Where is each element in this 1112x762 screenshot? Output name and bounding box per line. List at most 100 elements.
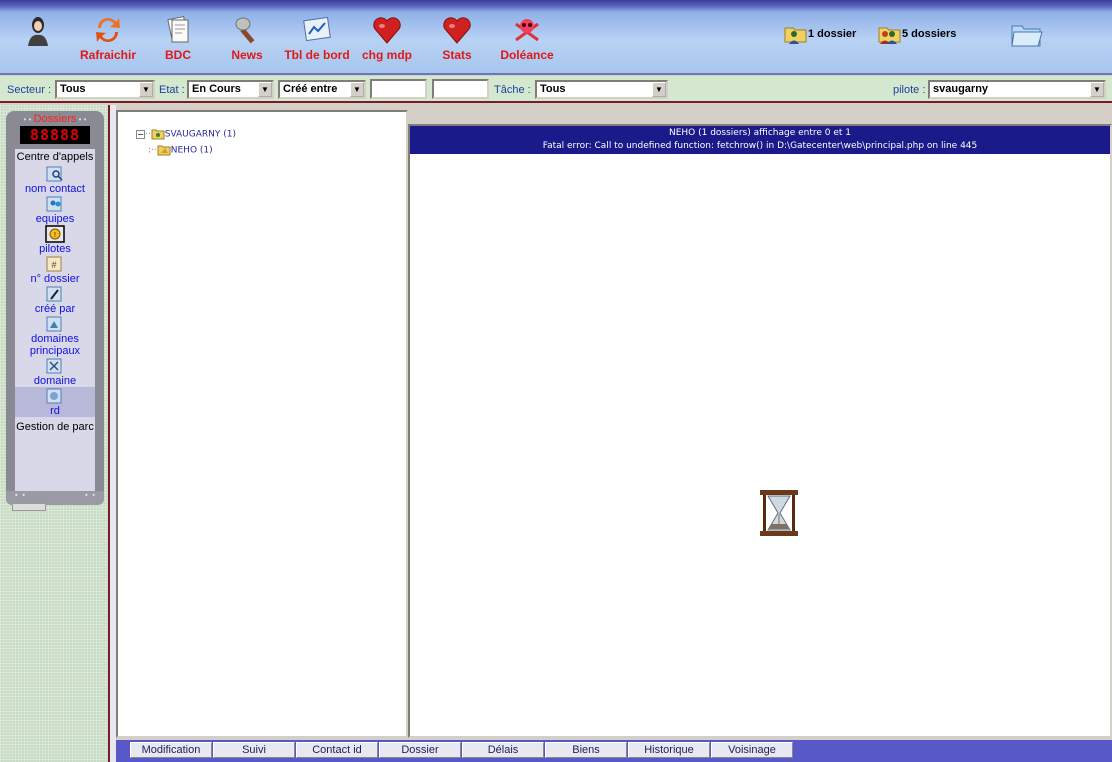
tache-label: Tâche : <box>494 84 531 96</box>
folder-icon <box>157 145 171 156</box>
panel-title: • • Dossiers • • <box>6 113 104 125</box>
header-summary: NEHO (1 dossiers) affichage entre 0 et 1 <box>668 128 852 138</box>
user-folder-icon <box>784 27 807 44</box>
sidebar-item-domaines-principaux[interactable]: domaines principaux <box>15 315 95 357</box>
domain-icon <box>46 358 62 374</box>
news-label: News <box>231 48 263 62</box>
date-mode-value: Créé entre <box>283 83 338 95</box>
skull-icon <box>515 19 539 42</box>
news-button[interactable]: News <box>226 14 268 64</box>
main-domains-icon <box>46 316 62 332</box>
sidebar-item-label: nom contact <box>25 183 85 195</box>
sidebar-item-equipes[interactable]: equipes <box>15 195 95 225</box>
tree-node-root[interactable]: −·· SVAUGARNY (1) <box>136 128 236 140</box>
sidebar-item-n-dossier[interactable]: # n° dossier <box>15 255 95 285</box>
tab-suivi[interactable]: Suivi <box>213 742 295 758</box>
group-centre-appels[interactable]: Centre d'appels <box>15 149 95 165</box>
panel-list: Centre d'appels nom contact equipes ! pi… <box>15 149 95 493</box>
secteur-value: Tous <box>60 83 86 95</box>
refresh-button[interactable]: Rafraichir <box>78 14 138 64</box>
five-folders-label: 5 dossiers <box>902 27 957 40</box>
heart-icon <box>443 17 471 44</box>
left-sidebar: • • Dossiers • • 88888 Centre d'appels n… <box>0 105 108 762</box>
dropdown-arrow-icon[interactable]: ▼ <box>350 82 364 97</box>
tree-child-label: NEHO (1) <box>170 145 213 156</box>
tab-delais[interactable]: Délais <box>462 742 544 758</box>
etat-label: Etat : <box>159 84 185 96</box>
hourglass-icon <box>760 490 798 536</box>
bdc-label: BDC <box>165 48 191 62</box>
sidebar-item-label: n° dossier <box>30 273 80 285</box>
tab-dossier[interactable]: Dossier <box>379 742 461 758</box>
tache-select[interactable]: Tous ▼ <box>535 80 668 99</box>
dashboard-button[interactable]: Tbl de bord <box>284 14 350 64</box>
etat-select[interactable]: En Cours ▼ <box>187 80 274 99</box>
complaint-button[interactable]: Doléance <box>500 14 554 64</box>
tab-historique[interactable]: Historique <box>628 742 710 758</box>
tree-root-label: SVAUGARNY (1) <box>164 129 236 140</box>
app-window: Rafraichir BDC News Tbl de bord chg mdp … <box>0 0 1112 762</box>
tab-biens[interactable]: Biens <box>545 742 627 758</box>
grip-dots-icon: • • <box>14 491 26 500</box>
user-avatar[interactable] <box>18 14 58 64</box>
grip-dots-icon: • • <box>84 491 96 500</box>
team-icon <box>46 196 62 212</box>
users-folder-icon <box>878 27 901 44</box>
creator-icon <box>46 286 62 302</box>
etat-value: En Cours <box>192 83 241 95</box>
splitter-bar[interactable] <box>108 105 116 762</box>
complaint-label: Doléance <box>500 48 554 62</box>
tree-connector: :·· <box>148 145 157 156</box>
folder-icon <box>1011 25 1043 47</box>
one-folder-button[interactable]: 1 dossier <box>784 22 856 54</box>
dropdown-arrow-icon[interactable]: ▼ <box>1090 82 1104 97</box>
sidebar-item-pilotes[interactable]: ! pilotes <box>15 225 95 255</box>
pilote-label: pilote : <box>893 84 926 96</box>
sidebar-item-rd[interactable]: rd <box>15 387 95 417</box>
tab-contact-id[interactable]: Contact id <box>296 742 378 758</box>
tab-voisinage[interactable]: Voisinage <box>711 742 793 758</box>
five-folders-button[interactable]: 5 dossiers <box>878 22 956 54</box>
error-message: Fatal error: Call to undefined function:… <box>542 141 978 151</box>
sidebar-item-nom-contact[interactable]: nom contact <box>15 165 95 195</box>
sidebar-item-domaine[interactable]: domaine <box>15 357 95 387</box>
group-gestion-de-parc[interactable]: Gestion de parc <box>15 417 95 435</box>
date-end-input[interactable] <box>432 79 489 99</box>
sidebar-item-label: pilotes <box>39 243 71 255</box>
date-mode-select[interactable]: Créé entre ▼ <box>278 80 366 99</box>
date-start-input[interactable] <box>370 79 427 99</box>
tree-node-child[interactable]: :·· NEHO (1) <box>148 144 213 156</box>
change-password-button[interactable]: chg mdp <box>362 14 412 64</box>
refresh-label: Rafraichir <box>79 48 137 62</box>
dropdown-arrow-icon[interactable]: ▼ <box>258 82 272 97</box>
bottom-tab-bar: Modification Suivi Contact id Dossier Dé… <box>116 738 1112 762</box>
sidebar-item-label: rd <box>50 405 60 417</box>
pilote-value: svaugarny <box>933 83 989 95</box>
refresh-icon <box>96 18 120 43</box>
bdc-button[interactable]: BDC <box>158 14 198 64</box>
sidebar-item-cree-par[interactable]: créé par <box>15 285 95 315</box>
dropdown-arrow-icon[interactable]: ▼ <box>139 82 153 97</box>
tab-modification[interactable]: Modification <box>130 742 212 758</box>
main-toolbar: Rafraichir BDC News Tbl de bord chg mdp … <box>0 0 1112 75</box>
sidebar-item-label: equipes <box>35 213 75 225</box>
dashboard-label: Tbl de bord <box>284 48 350 62</box>
heart-icon <box>373 17 401 44</box>
open-folder-button[interactable] <box>1010 20 1044 52</box>
panel-title-text: Dossiers <box>33 113 77 125</box>
secteur-label: Secteur : <box>7 84 52 96</box>
change-password-label: chg mdp <box>362 48 412 62</box>
dropdown-arrow-icon[interactable]: ▼ <box>652 82 666 97</box>
content-header: NEHO (1 dossiers) affichage entre 0 et 1… <box>410 126 1110 154</box>
pilote-select[interactable]: svaugarny ▼ <box>928 80 1106 99</box>
secteur-select[interactable]: Tous ▼ <box>55 80 155 99</box>
sidebar-item-label: domaines principaux <box>29 333 81 357</box>
pilot-icon: ! <box>45 225 65 243</box>
folder-icon <box>151 129 165 140</box>
filter-bar: Secteur : Tous ▼ Etat : En Cours ▼ Créé … <box>0 76 1112 103</box>
collapse-icon[interactable]: − <box>136 129 145 139</box>
stats-button[interactable]: Stats <box>437 14 477 64</box>
grip-dots-icon: • • <box>76 115 87 124</box>
tree-pane: −·· SVAUGARNY (1) :·· NEHO (1) <box>116 110 408 738</box>
panel-resize-handle[interactable] <box>12 503 46 511</box>
